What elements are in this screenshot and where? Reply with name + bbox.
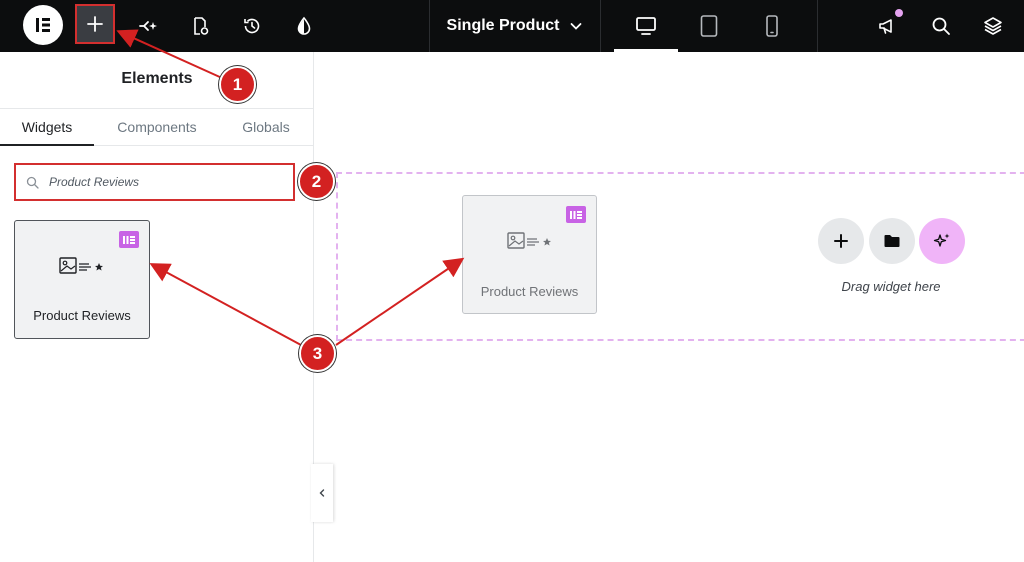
tab-widgets[interactable]: Widgets [0,109,94,146]
toolbar-divider [817,0,818,52]
widget-label: Product Reviews [33,308,131,323]
sparkle-icon [933,233,950,247]
notification-dot [895,9,903,17]
elements-panel: Elements Widgets Components Globals Prod… [0,52,314,562]
collapse-panel-handle[interactable] [311,464,333,522]
megaphone-icon [879,19,892,34]
device-tablet-button[interactable] [677,0,741,52]
pro-badge-icon [566,206,586,223]
search-icon [26,176,39,189]
color-drop-icon [297,16,311,35]
tab-components[interactable]: Components [102,109,212,146]
drag-widget-hint: Drag widget here [841,279,941,294]
add-section-button[interactable] [818,218,864,264]
add-template-button[interactable] [869,218,915,264]
add-element-button[interactable] [75,4,115,44]
panel-title: Elements [121,70,193,87]
widget-search-input[interactable] [49,175,269,189]
structure-button[interactable] [973,6,1013,46]
dragged-widget-preview[interactable]: Product Reviews [462,195,597,314]
search-icon [932,17,950,35]
step-marker-2: 2 [298,163,335,200]
product-reviews-icon [59,257,103,274]
device-desktop-button[interactable] [614,0,678,52]
panel-tabs: Widgets Components Globals [0,108,314,146]
page-selector-label: Single Product [446,17,560,34]
search-button[interactable] [921,6,961,46]
mobile-icon [766,15,778,37]
widget-search-box [14,163,295,201]
page-settings-button[interactable] [180,6,220,46]
plus-icon [834,234,848,248]
ai-sparkle-button[interactable] [128,6,168,46]
elementor-logo-icon[interactable] [23,5,63,45]
sparkle-icon [139,21,157,31]
pro-badge-icon [119,231,139,248]
chevron-down-icon [571,23,582,30]
folder-icon [884,235,900,247]
page-settings-icon [194,17,209,35]
elementor-editor: Single Product Elements Widgets Componen… [0,0,1024,562]
dragged-widget-label: Product Reviews [480,284,579,299]
drop-zone[interactable] [336,172,1024,341]
widget-product-reviews[interactable]: Product Reviews [14,220,150,339]
step-marker-1: 1 [219,66,256,103]
layers-icon [984,17,1002,35]
top-bar: Single Product [0,0,1024,52]
product-reviews-icon [507,232,551,249]
step-marker-3: 3 [299,335,336,372]
history-button[interactable] [232,6,272,46]
plus-icon [87,16,103,32]
chevron-left-icon [319,489,325,497]
page-selector[interactable]: Single Product [430,0,600,52]
ai-generate-button[interactable] [919,218,965,264]
history-icon [244,18,260,34]
desktop-icon [636,17,656,35]
site-style-button[interactable] [284,6,324,46]
tablet-icon [700,15,718,37]
device-mobile-button[interactable] [740,0,804,52]
toolbar-divider [600,0,601,52]
tab-globals[interactable]: Globals [228,109,304,146]
